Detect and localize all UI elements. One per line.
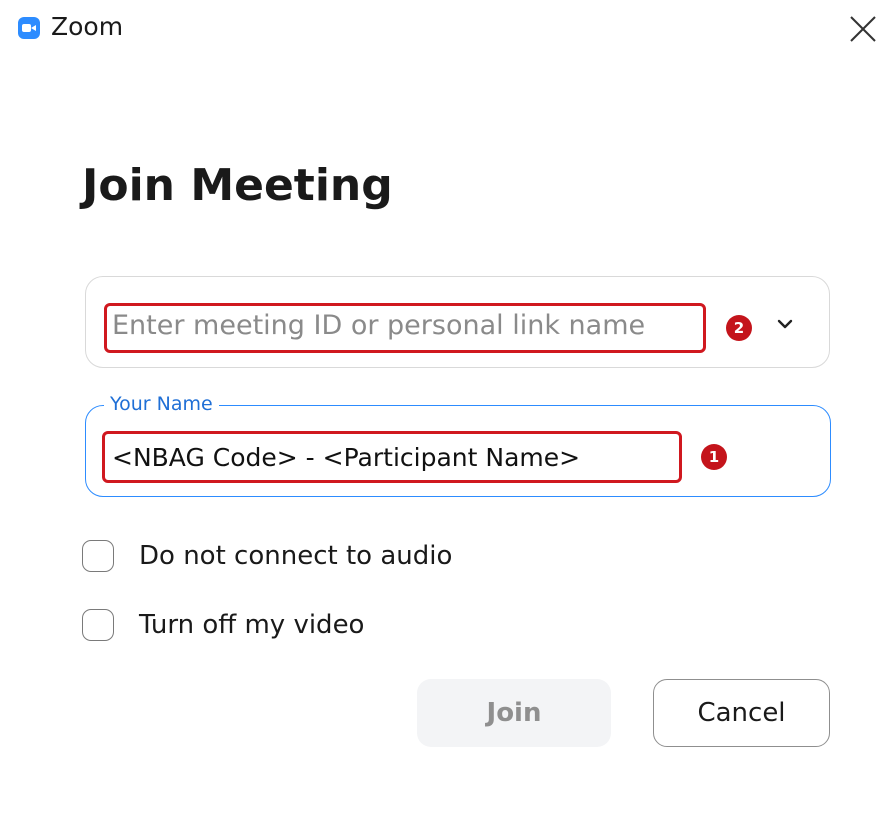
page-title: Join Meeting bbox=[82, 160, 393, 211]
window-title: Zoom bbox=[51, 12, 124, 41]
meeting-id-combobox[interactable]: 2 bbox=[85, 276, 830, 368]
close-button[interactable] bbox=[848, 14, 878, 44]
join-button[interactable]: Join bbox=[417, 679, 611, 747]
title-bar: Zoom bbox=[0, 0, 881, 56]
video-off-checkbox[interactable] bbox=[82, 609, 114, 641]
chevron-down-icon bbox=[777, 319, 793, 329]
video-off-label: Turn off my video bbox=[139, 610, 365, 640]
no-audio-checkbox[interactable] bbox=[82, 540, 114, 572]
zoom-join-window: Zoom Join Meeting 2 Your Name 1 Do not c… bbox=[0, 0, 881, 816]
your-name-input[interactable] bbox=[108, 434, 678, 480]
your-name-field[interactable]: Your Name 1 bbox=[85, 392, 831, 497]
annotation-badge-1: 1 bbox=[701, 444, 727, 470]
cancel-button[interactable]: Cancel bbox=[653, 679, 830, 747]
no-audio-label: Do not connect to audio bbox=[139, 541, 453, 571]
your-name-label: Your Name bbox=[104, 392, 219, 416]
annotation-badge-2: 2 bbox=[726, 315, 752, 341]
meeting-history-dropdown[interactable] bbox=[774, 313, 796, 335]
close-icon bbox=[850, 16, 876, 42]
meeting-id-input[interactable] bbox=[106, 303, 691, 347]
zoom-camera-icon bbox=[18, 17, 40, 39]
